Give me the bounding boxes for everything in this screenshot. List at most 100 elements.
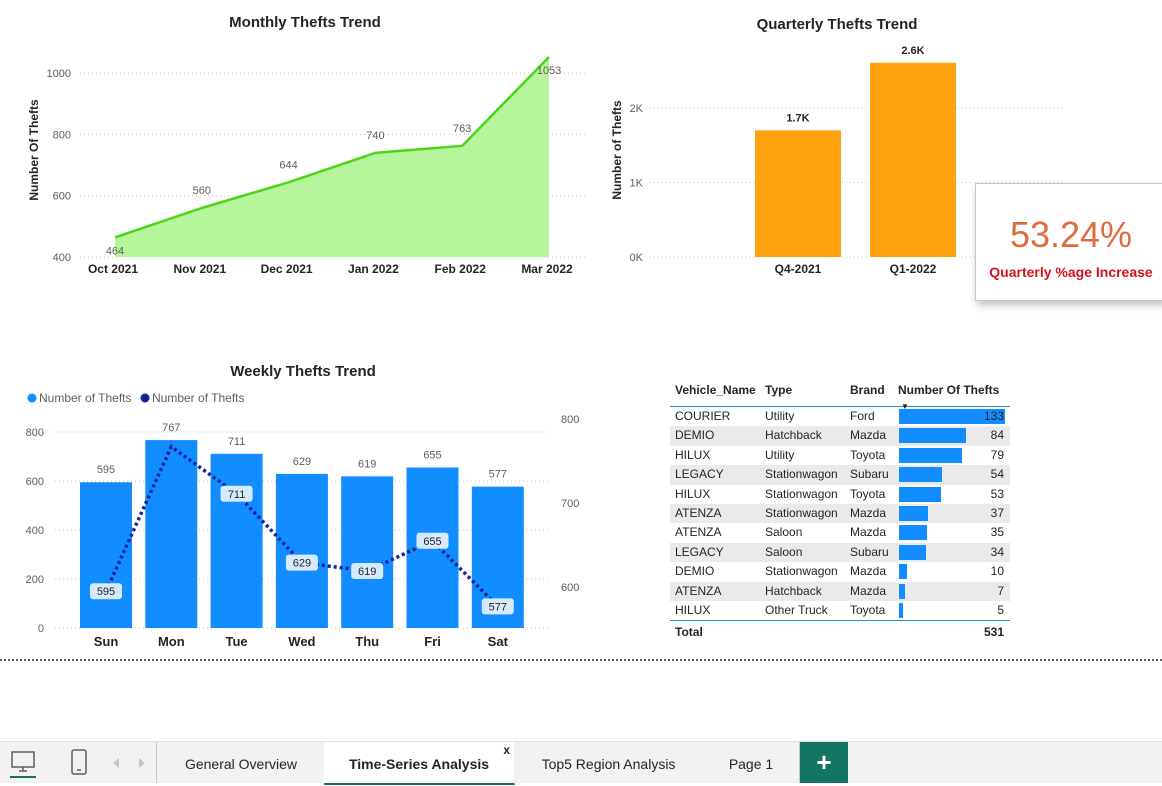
cell-number-of-thefts: 84	[898, 426, 1006, 445]
y-tick-label: 800	[26, 427, 44, 439]
mobile-view-icon[interactable]	[62, 748, 96, 778]
line-data-label: 577	[489, 601, 507, 613]
bar[interactable]	[870, 62, 956, 257]
page-tab-bar: General Overview Time-Series Analysis x …	[0, 741, 1162, 785]
column-header-vehicle-name[interactable]: Vehicle_Name	[675, 378, 756, 402]
table-row[interactable]: HILUX Utility Toyota 79	[670, 446, 1010, 465]
x-tick-label: Sun	[94, 634, 119, 649]
thefts-value: 79	[990, 447, 1004, 462]
line-data-label: 619	[358, 566, 376, 578]
table-row[interactable]: ATENZA Stationwagon Mazda 37	[670, 503, 1010, 524]
x-tick-label: Oct 2021	[88, 262, 138, 276]
desktop-view-icon[interactable]	[6, 748, 40, 778]
monthly-thefts-chart[interactable]: Monthly Thefts Trend Number Of Thefts 46…	[0, 0, 590, 290]
bar[interactable]	[80, 482, 132, 628]
table-row[interactable]: HILUX Stationwagon Toyota 53	[670, 485, 1010, 504]
cell-number-of-thefts: 37	[898, 504, 1006, 523]
canvas-bottom-divider	[0, 659, 1162, 661]
thefts-value: 35	[990, 525, 1004, 540]
tab-top5-region-analysis[interactable]: Top5 Region Analysis	[514, 742, 704, 783]
kpi-label: Quarterly %age Increase	[989, 264, 1153, 280]
weekly-chart-title: Weekly Thefts Trend	[230, 363, 376, 380]
y2-tick-label: 600	[561, 582, 579, 594]
cell-number-of-thefts: 5	[898, 601, 1006, 620]
cell-vehicle-name: COURIER	[675, 409, 731, 423]
thefts-value: 5	[997, 602, 1004, 617]
data-label: 629	[293, 456, 311, 468]
x-tick-label: Thu	[355, 634, 379, 649]
table-row[interactable]: LEGACY Saloon Subaru 34	[670, 542, 1010, 563]
table-row[interactable]: ATENZA Saloon Mazda 35	[670, 523, 1010, 542]
data-bar	[899, 486, 942, 502]
close-tab-icon[interactable]: x	[503, 728, 510, 772]
legend-label-bars: Number of Thefts	[39, 391, 131, 405]
bar[interactable]	[755, 130, 841, 257]
monthly-y-axis-title: Number Of Thefts	[27, 99, 41, 201]
table-row[interactable]: COURIER Utility Ford 133	[670, 407, 1010, 426]
y2-tick-label: 700	[561, 498, 579, 510]
table-row[interactable]: HILUX Other Truck Toyota 5	[670, 601, 1010, 620]
legend-label-line: Number of Thefts	[152, 391, 244, 405]
cell-type: Utility	[765, 409, 795, 423]
column-header-brand[interactable]: Brand	[850, 378, 885, 402]
x-tick-label: Wed	[288, 634, 315, 649]
thefts-value: 10	[990, 564, 1004, 579]
y-tick-label: 1000	[47, 68, 71, 80]
scroll-right-icon[interactable]	[132, 748, 152, 778]
quarterly-chart-title: Quarterly Thefts Trend	[757, 16, 918, 33]
cell-type: Stationwagon	[765, 467, 838, 482]
cell-vehicle-name: ATENZA	[675, 525, 722, 540]
weekly-thefts-chart[interactable]: Weekly Thefts Trend Number of Thefts Num…	[0, 355, 600, 655]
bar[interactable]	[275, 473, 328, 628]
tab-page-1[interactable]: Page 1	[703, 742, 800, 783]
table-row[interactable]: DEMIO Hatchback Mazda 84	[670, 426, 1010, 446]
data-label: 740	[366, 130, 384, 142]
tab-label: Time-Series Analysis	[348, 756, 490, 772]
bar[interactable]	[145, 440, 198, 628]
data-label: 577	[489, 469, 507, 481]
cell-vehicle-name: DEMIO	[675, 564, 715, 579]
y-tick-label: 400	[26, 525, 44, 537]
data-bar	[899, 544, 927, 560]
data-bar	[899, 428, 966, 444]
cell-brand: Mazda	[850, 505, 887, 520]
vehicle-thefts-table[interactable]: Vehicle_Name Type Brand Number Of Thefts…	[670, 378, 1010, 643]
cell-vehicle-name: ATENZA	[675, 583, 722, 598]
thefts-value: 54	[990, 467, 1004, 482]
column-header-type[interactable]: Type	[765, 378, 792, 402]
cell-number-of-thefts: 35	[898, 523, 1006, 542]
cell-brand: Mazda	[850, 583, 887, 598]
bar[interactable]	[341, 476, 394, 628]
table-row[interactable]: LEGACY Stationwagon Subaru 54	[670, 465, 1010, 485]
cell-vehicle-name: LEGACY	[675, 467, 724, 482]
thefts-value: 84	[990, 428, 1004, 443]
table-row[interactable]: ATENZA Hatchback Mazda 7	[670, 581, 1010, 601]
total-label: Total	[675, 625, 703, 640]
data-label: 655	[423, 450, 441, 462]
tab-time-series-analysis[interactable]: Time-Series Analysis x	[324, 742, 515, 785]
cell-brand: Ford	[850, 409, 875, 423]
monthly-chart-title: Monthly Thefts Trend	[229, 14, 381, 31]
cell-type: Other Truck	[765, 602, 828, 617]
column-header-number-of-thefts[interactable]: Number Of Thefts	[898, 378, 999, 406]
scroll-left-icon[interactable]	[106, 748, 126, 778]
quarterly-y-axis-title: Number of Thefts	[610, 100, 624, 200]
total-value: 531	[983, 625, 1004, 640]
add-page-button[interactable]: +	[800, 742, 848, 783]
tab-general-overview[interactable]: General Overview	[156, 742, 326, 783]
x-tick-label: Mon	[158, 634, 185, 649]
y-tick-label: 1K	[630, 178, 644, 190]
table-row[interactable]: DEMIO Stationwagon Mazda 10	[670, 562, 1010, 581]
line-data-label: 629	[293, 558, 311, 570]
cell-type: Utility	[765, 447, 795, 462]
thefts-value: 37	[990, 505, 1004, 520]
x-tick-label: Q4-2021	[775, 262, 822, 276]
weekly-legend[interactable]: Number of Thefts Number of Thefts	[27, 391, 245, 405]
kpi-card[interactable]: 53.24% Quarterly %age Increase	[975, 183, 1162, 301]
x-tick-label: Nov 2021	[173, 262, 226, 276]
x-tick-label: Sat	[488, 634, 509, 649]
data-label: 767	[162, 422, 180, 434]
data-label: 464	[106, 245, 124, 257]
x-tick-label: Dec 2021	[261, 262, 313, 276]
y-tick-label: 800	[53, 129, 71, 141]
